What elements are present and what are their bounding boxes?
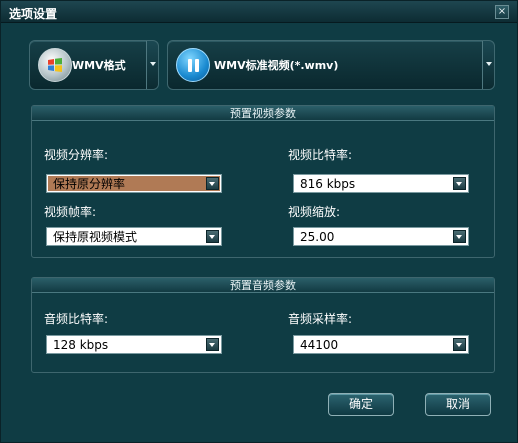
video-zoom-select[interactable]: 25.00 xyxy=(293,227,469,246)
cancel-button[interactable]: 取消 xyxy=(425,393,491,416)
video-resolution-label: 视频分辨率: xyxy=(44,148,109,162)
video-framerate-value: 保持原视频模式 xyxy=(53,230,138,244)
chevron-down-icon[interactable] xyxy=(206,177,219,190)
chevron-down-icon[interactable] xyxy=(206,230,219,243)
title-bar: 选项设置 × xyxy=(1,1,517,23)
audio-samplerate-value: 44100 xyxy=(300,338,339,352)
video-bitrate-value: 816 kbps xyxy=(300,177,356,191)
video-framerate-select[interactable]: 保持原视频模式 xyxy=(46,227,222,246)
video-zoom-label: 视频缩放: xyxy=(288,205,341,219)
output-format-label: WMV标准视频(*.wmv) xyxy=(214,59,339,72)
video-zoom-value: 25.00 xyxy=(300,230,335,244)
chevron-down-icon[interactable] xyxy=(453,177,466,190)
audio-bitrate-label: 音频比特率: xyxy=(44,312,109,326)
output-format-dropdown-arrow[interactable] xyxy=(482,41,494,89)
ok-button[interactable]: 确定 xyxy=(328,393,394,416)
video-bitrate-label: 视频比特率: xyxy=(288,148,353,162)
close-button[interactable]: × xyxy=(495,5,509,19)
chevron-down-icon[interactable] xyxy=(453,230,466,243)
audio-samplerate-label: 音频采样率: xyxy=(288,312,353,326)
chevron-down-icon[interactable] xyxy=(453,338,466,351)
output-format-selector[interactable]: WMV标准视频(*.wmv) xyxy=(167,40,495,90)
audio-bitrate-select[interactable]: 128 kbps xyxy=(46,335,222,354)
format-category-dropdown-arrow[interactable] xyxy=(146,41,158,89)
format-category-label: WMV格式 xyxy=(72,59,126,72)
video-settings-heading: 预置视频参数 xyxy=(32,106,494,121)
options-dialog: 选项设置 × WMV格式 WMV标准视频(*.wmv) 预置视频参数 视频分辨率… xyxy=(0,0,518,443)
audio-bitrate-value: 128 kbps xyxy=(53,338,109,352)
audio-settings-group: 预置音频参数 音频比特率: 128 kbps 音频采样率: 44100 xyxy=(31,277,495,373)
audio-samplerate-select[interactable]: 44100 xyxy=(293,335,469,354)
pause-icon xyxy=(176,48,210,82)
video-bitrate-select[interactable]: 816 kbps xyxy=(293,174,469,193)
chevron-down-icon[interactable] xyxy=(206,338,219,351)
format-category-selector[interactable]: WMV格式 xyxy=(29,40,159,90)
video-resolution-select[interactable]: 保持原分辨率 xyxy=(46,174,222,193)
video-framerate-label: 视频帧率: xyxy=(44,205,97,219)
windows-logo-icon xyxy=(38,48,72,82)
audio-settings-heading: 预置音频参数 xyxy=(32,278,494,293)
video-resolution-value: 保持原分辨率 xyxy=(53,177,126,191)
dialog-title: 选项设置 xyxy=(9,7,58,21)
video-settings-group: 预置视频参数 视频分辨率: 保持原分辨率 视频比特率: 816 kbps 视频帧… xyxy=(31,105,495,258)
